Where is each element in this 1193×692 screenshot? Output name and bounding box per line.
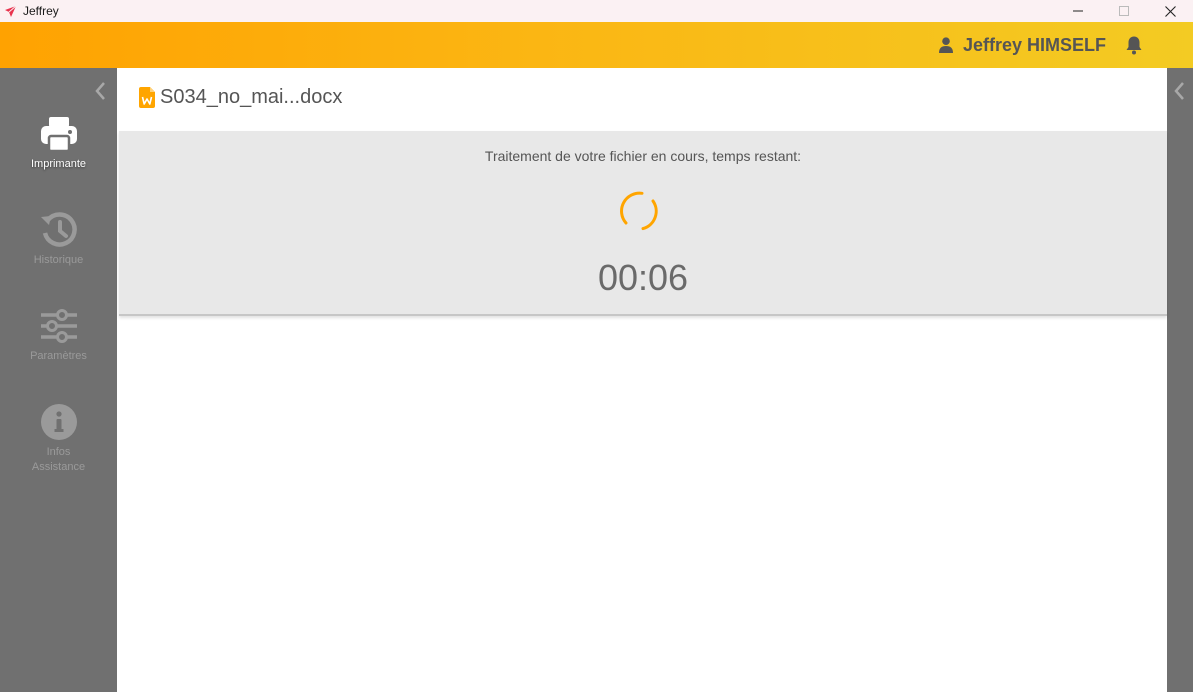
document-header: S034_no_mai...docx: [117, 68, 1167, 131]
sidebar-item-label: Infos Assistance: [31, 446, 86, 473]
maximize-button[interactable]: [1101, 0, 1147, 22]
sliders-icon: [40, 309, 77, 343]
maximize-icon: [1119, 6, 1129, 16]
processing-panel: Traitement de votre fichier en cours, te…: [119, 131, 1167, 316]
chevron-left-icon[interactable]: [93, 80, 107, 102]
bell-icon[interactable]: [1125, 35, 1143, 55]
sidebar-item-label: Paramètres: [30, 350, 87, 362]
word-file-icon: [139, 87, 155, 108]
loading-spinner-icon: [620, 191, 658, 231]
paper-plane-icon: [3, 4, 17, 18]
processing-message: Traitement de votre fichier en cours, te…: [484, 148, 802, 164]
document-name: S034_no_mai...docx: [160, 86, 343, 108]
sidebar-item-historique[interactable]: Historique: [0, 211, 117, 268]
user-menu[interactable]: Jeffrey HIMSELF: [938, 22, 1106, 68]
chevron-left-icon[interactable]: [1172, 80, 1186, 102]
sidebar-item-infos-assistance[interactable]: Infos Assistance: [0, 403, 117, 475]
window-titlebar: Jeffrey: [0, 0, 1193, 22]
history-icon: [40, 212, 77, 247]
close-button[interactable]: [1147, 0, 1193, 22]
sidebar-item-label: Imprimante: [30, 158, 87, 170]
sidebar-item-imprimante[interactable]: Imprimante: [0, 115, 117, 172]
sidebar: Imprimante Historique Paramètres Infos A…: [0, 68, 117, 692]
right-panel-toggle-bar: [1167, 68, 1193, 692]
close-icon: [1164, 5, 1176, 17]
info-icon: [40, 404, 77, 440]
minimize-button[interactable]: [1055, 0, 1101, 22]
minimize-icon: [1073, 10, 1083, 12]
user-icon: [938, 37, 953, 53]
window-title: Jeffrey: [23, 4, 59, 18]
user-name: Jeffrey HIMSELF: [962, 34, 1106, 55]
app-header: Jeffrey HIMSELF: [0, 22, 1193, 68]
printer-icon: [40, 117, 77, 153]
sidebar-item-label: Historique: [33, 254, 84, 266]
sidebar-item-parametres[interactable]: Paramètres: [0, 307, 117, 364]
time-remaining: 00:06: [597, 257, 689, 298]
